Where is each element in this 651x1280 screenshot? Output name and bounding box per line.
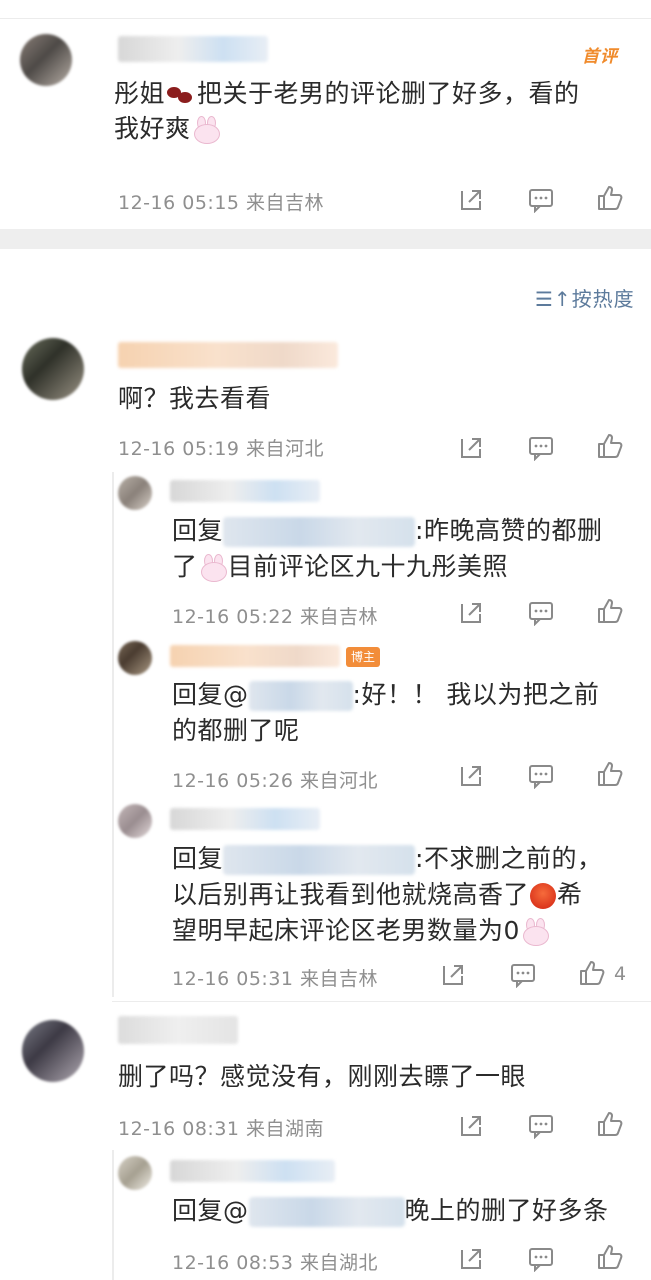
share-icon[interactable] — [458, 761, 486, 789]
like-count: 4 — [614, 963, 627, 985]
username-blurred[interactable] — [170, 480, 320, 502]
reply-text-line2: 以后别再让我看到他就烧高香了希 — [172, 880, 583, 909]
comment-icon[interactable] — [527, 433, 555, 461]
username-blurred[interactable] — [118, 1016, 238, 1044]
reply-text: 回复:不求删之前的， — [172, 844, 603, 875]
top-divider — [0, 18, 651, 19]
comment-meta: 12-16 05:15 来自吉林 — [118, 192, 325, 214]
mention-blurred[interactable] — [223, 845, 416, 875]
comment-icon[interactable] — [527, 598, 555, 626]
reply-meta: 12-16 05:31 来自吉林 — [172, 968, 379, 990]
avatar[interactable] — [118, 476, 152, 510]
reply-text: 回复@ 晚上的删了好多条 — [172, 1196, 609, 1227]
reply-meta: 12-16 05:26 来自河北 — [172, 770, 379, 792]
username-blurred[interactable] — [170, 808, 320, 830]
comment-text: 删了吗？感觉没有，刚刚去瞟了一眼 — [118, 1062, 527, 1091]
avatar[interactable] — [22, 338, 84, 400]
avatar[interactable] — [20, 34, 72, 86]
share-icon[interactable] — [458, 1111, 486, 1139]
avatar[interactable] — [118, 804, 152, 838]
comment-meta: 12-16 05:19 来自河北 — [118, 438, 325, 460]
bunny-emoji-icon — [521, 918, 549, 946]
username-blurred[interactable] — [118, 342, 338, 368]
reply-text-line3: 望明早起床评论区老男数量为0 — [172, 912, 550, 950]
section-divider — [0, 229, 651, 249]
angry-emoji-icon — [530, 883, 557, 909]
comment-text: 啊？我去看看 — [118, 384, 272, 413]
like-icon[interactable] — [596, 184, 624, 212]
thread-line — [112, 1150, 114, 1280]
mention-blurred[interactable] — [248, 1197, 405, 1227]
mention-blurred[interactable] — [223, 517, 416, 547]
thread-line — [112, 472, 114, 997]
like-icon[interactable] — [596, 1243, 624, 1271]
like-icon[interactable] — [596, 760, 624, 788]
like-icon[interactable] — [596, 1110, 624, 1138]
sort-icon: ☰↑ — [535, 287, 572, 311]
reply-text-line2: 的都删了呢 — [172, 716, 300, 745]
avatar[interactable] — [118, 641, 152, 675]
reply-text: 回复@:好！！ 我以为把之前 — [172, 680, 600, 711]
like-icon[interactable] — [596, 597, 624, 625]
share-icon[interactable] — [458, 433, 486, 461]
reply-meta: 12-16 05:22 来自吉林 — [172, 606, 379, 628]
mention-blurred[interactable] — [248, 681, 353, 711]
sort-by-hot-button[interactable]: ☰↑按热度 — [535, 283, 635, 312]
share-icon[interactable] — [440, 960, 468, 988]
comment-icon[interactable] — [527, 1244, 555, 1272]
reply-text: 回复:昨晚高赞的都删 — [172, 516, 603, 547]
username-blurred[interactable] — [170, 645, 340, 667]
avatar[interactable] — [118, 1156, 152, 1190]
comment-icon[interactable] — [509, 960, 537, 988]
reply-text-line2: 了目前评论区九十九彤美照 — [172, 552, 509, 582]
comment-divider — [112, 1001, 651, 1002]
username-blurred[interactable] — [170, 1160, 335, 1182]
first-comment-badge: 首评 — [582, 47, 618, 67]
bunny-emoji-icon — [199, 554, 227, 582]
share-icon[interactable] — [458, 1244, 486, 1272]
bean-emoji-icon — [167, 85, 195, 105]
share-icon[interactable] — [458, 185, 486, 213]
like-icon[interactable] — [578, 959, 606, 987]
reply-meta: 12-16 08:53 来自湖北 — [172, 1252, 379, 1274]
share-icon[interactable] — [458, 598, 486, 626]
comment-icon[interactable] — [527, 185, 555, 213]
comment-icon[interactable] — [527, 761, 555, 789]
comment-icon[interactable] — [527, 1111, 555, 1139]
avatar[interactable] — [22, 1020, 84, 1082]
like-icon[interactable] — [596, 432, 624, 460]
username-blurred[interactable] — [118, 36, 268, 62]
bunny-emoji-icon — [192, 116, 220, 144]
comment-text: 彤姐 把关于老男的评论删了好多，看的 — [114, 79, 580, 108]
comment-meta: 12-16 08:31 来自湖南 — [118, 1118, 325, 1140]
blogger-badge: 博主 — [346, 647, 381, 667]
comment-text-line2: 我好爽 — [114, 110, 221, 148]
